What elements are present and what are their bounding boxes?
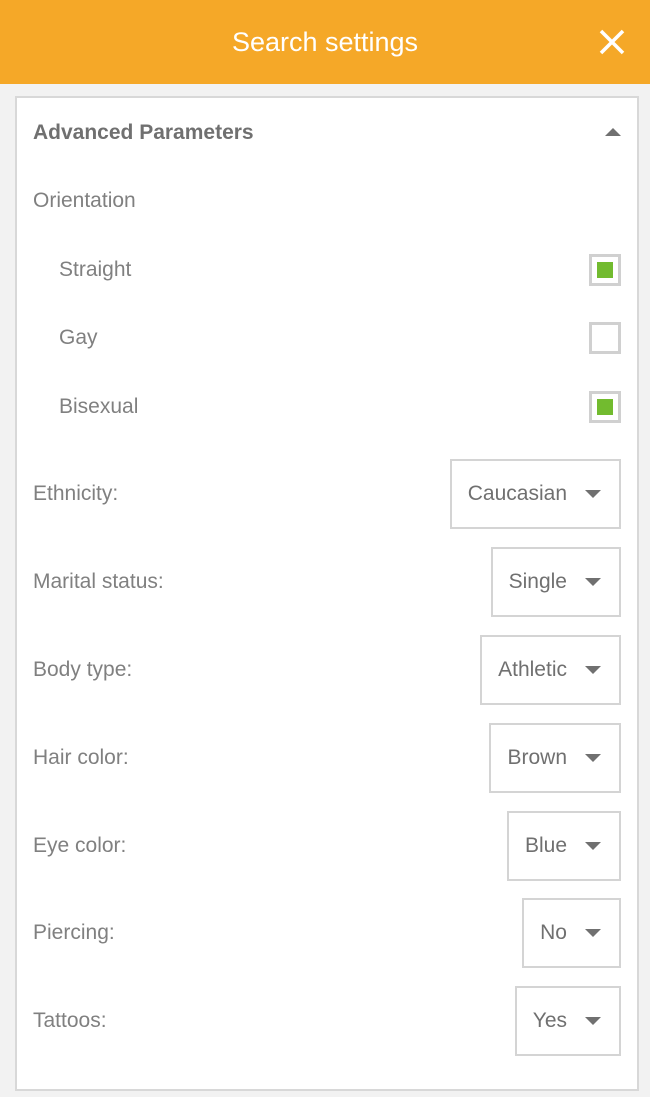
ethnicity-row: Ethnicity: Caucasian: [17, 459, 637, 529]
close-icon: [599, 29, 625, 55]
marital-status-select[interactable]: Single: [490, 547, 621, 617]
select-value: Brown: [507, 746, 567, 769]
advanced-parameters-panel: Advanced Parameters Orientation Straight…: [15, 96, 639, 1091]
gay-checkbox[interactable]: [589, 322, 621, 354]
check-fill: [597, 262, 613, 278]
checkbox-label: Gay: [59, 326, 98, 349]
page-title: Search settings: [231, 26, 419, 57]
tattoos-select[interactable]: Yes: [514, 986, 621, 1056]
select-value: Yes: [532, 1009, 567, 1032]
advanced-parameters-toggle[interactable]: Advanced Parameters: [17, 98, 637, 170]
bisexual-checkbox[interactable]: [589, 391, 621, 423]
ethnicity-label: Ethnicity:: [33, 482, 119, 505]
orientation-option-gay[interactable]: Gay: [17, 318, 637, 358]
close-button[interactable]: [596, 26, 628, 58]
select-value: Caucasian: [467, 482, 567, 505]
caret-down-icon: [585, 842, 601, 850]
straight-checkbox[interactable]: [589, 254, 621, 286]
checkbox-label: Straight: [59, 258, 132, 281]
ethnicity-select[interactable]: Caucasian: [449, 459, 621, 529]
hair-color-label: Hair color:: [33, 746, 129, 769]
tattoos-row: Tattoos: Yes: [17, 986, 637, 1056]
marital-status-label: Marital status:: [33, 570, 164, 593]
eye-color-label: Eye color:: [33, 834, 127, 857]
select-value: No: [540, 921, 567, 944]
orientation-label: Orientation: [33, 189, 136, 212]
select-value: Athletic: [498, 658, 567, 681]
check-fill: [597, 399, 613, 415]
caret-down-icon: [585, 1017, 601, 1025]
piercing-row: Piercing: No: [17, 898, 637, 968]
hair-color-select[interactable]: Brown: [489, 723, 621, 793]
piercing-label: Piercing:: [33, 921, 115, 944]
select-value: Blue: [524, 834, 567, 857]
eye-color-select[interactable]: Blue: [506, 811, 621, 881]
caret-down-icon: [585, 666, 601, 674]
caret-down-icon: [585, 578, 601, 586]
select-value: Single: [508, 570, 567, 593]
body-type-select[interactable]: Athletic: [480, 635, 621, 705]
body-type-row: Body type: Athletic: [17, 635, 637, 705]
hair-color-row: Hair color: Brown: [17, 723, 637, 793]
checkbox-label: Bisexual: [59, 395, 139, 418]
caret-down-icon: [585, 929, 601, 937]
caret-up-icon: [605, 128, 621, 136]
caret-down-icon: [585, 754, 601, 762]
caret-down-icon: [585, 490, 601, 498]
header-bar: Search settings: [0, 0, 650, 84]
tattoos-label: Tattoos:: [33, 1009, 107, 1032]
body-type-label: Body type:: [33, 658, 133, 681]
orientation-option-bisexual[interactable]: Bisexual: [17, 387, 637, 427]
marital-status-row: Marital status: Single: [17, 547, 637, 617]
orientation-option-straight[interactable]: Straight: [17, 250, 637, 290]
piercing-select[interactable]: No: [522, 898, 621, 968]
eye-color-row: Eye color: Blue: [17, 811, 637, 881]
panel-title: Advanced Parameters: [33, 121, 254, 144]
